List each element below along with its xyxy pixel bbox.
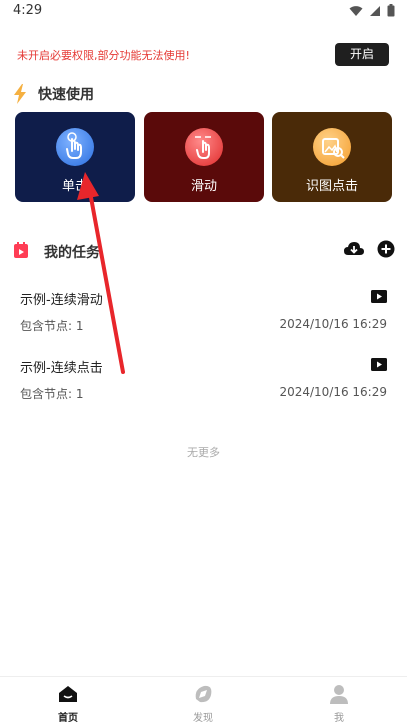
bottom-nav: 首页 发现 我 xyxy=(0,676,407,723)
card-image-click[interactable]: 识图点击 xyxy=(272,112,392,202)
tap-hand-icon xyxy=(56,128,94,166)
card-label: 识图点击 xyxy=(305,179,358,194)
status-bar: 4:29 xyxy=(0,0,407,24)
nav-me[interactable]: 我 xyxy=(299,681,379,723)
quick-use-title: 快速使用 xyxy=(38,87,94,103)
task-name: 示例-连续点击 xyxy=(20,361,103,376)
card-label: 滑动 xyxy=(190,179,217,194)
task-item[interactable]: 示例-连续点击 包含节点: 1 2024/10/16 16:29 xyxy=(20,357,387,417)
status-time: 4:29 xyxy=(13,3,43,18)
task-time: 2024/10/16 16:29 xyxy=(279,317,387,331)
permission-banner: 未开启必要权限,部分功能无法使用! 开启 xyxy=(0,40,407,68)
add-task-icon[interactable] xyxy=(377,240,395,258)
enable-permission-button[interactable]: 开启 xyxy=(335,43,389,66)
no-more-text: 无更多 xyxy=(187,446,220,459)
nav-home-label: 首页 xyxy=(58,713,78,723)
permission-warning-text: 未开启必要权限,部分功能无法使用! xyxy=(17,49,190,62)
calendar-icon xyxy=(14,242,28,258)
card-label: 单击 xyxy=(61,179,88,194)
status-icons xyxy=(349,4,395,17)
discover-icon xyxy=(195,685,212,703)
card-single-tap[interactable]: 单击 xyxy=(15,112,135,202)
quick-use-header: 快速使用 xyxy=(12,84,94,104)
nav-discover[interactable]: 发现 xyxy=(163,681,243,723)
cloud-download-icon[interactable] xyxy=(343,240,365,258)
nav-home[interactable]: 首页 xyxy=(28,681,108,723)
battery-icon xyxy=(387,4,395,17)
tasks-title: 我的任务 xyxy=(44,245,100,261)
task-nodes: 包含节点: 1 xyxy=(20,387,84,401)
wifi-icon xyxy=(349,5,363,16)
signal-icon xyxy=(370,5,380,16)
play-video-icon[interactable] xyxy=(371,290,387,303)
nav-discover-label: 发现 xyxy=(193,713,213,723)
lightning-icon xyxy=(14,84,26,104)
nav-me-label: 我 xyxy=(334,713,344,723)
image-search-icon xyxy=(313,128,351,166)
home-icon xyxy=(59,686,77,702)
task-name: 示例-连续滑动 xyxy=(20,293,103,308)
task-item[interactable]: 示例-连续滑动 包含节点: 1 2024/10/16 16:29 xyxy=(20,289,387,349)
task-nodes: 包含节点: 1 xyxy=(20,319,84,333)
swipe-hand-icon xyxy=(185,128,223,166)
tasks-header: 我的任务 xyxy=(12,240,395,262)
task-time: 2024/10/16 16:29 xyxy=(279,385,387,399)
profile-icon xyxy=(330,685,348,704)
play-video-icon[interactable] xyxy=(371,358,387,371)
tasks-actions xyxy=(343,240,395,258)
card-swipe[interactable]: 滑动 xyxy=(144,112,264,202)
